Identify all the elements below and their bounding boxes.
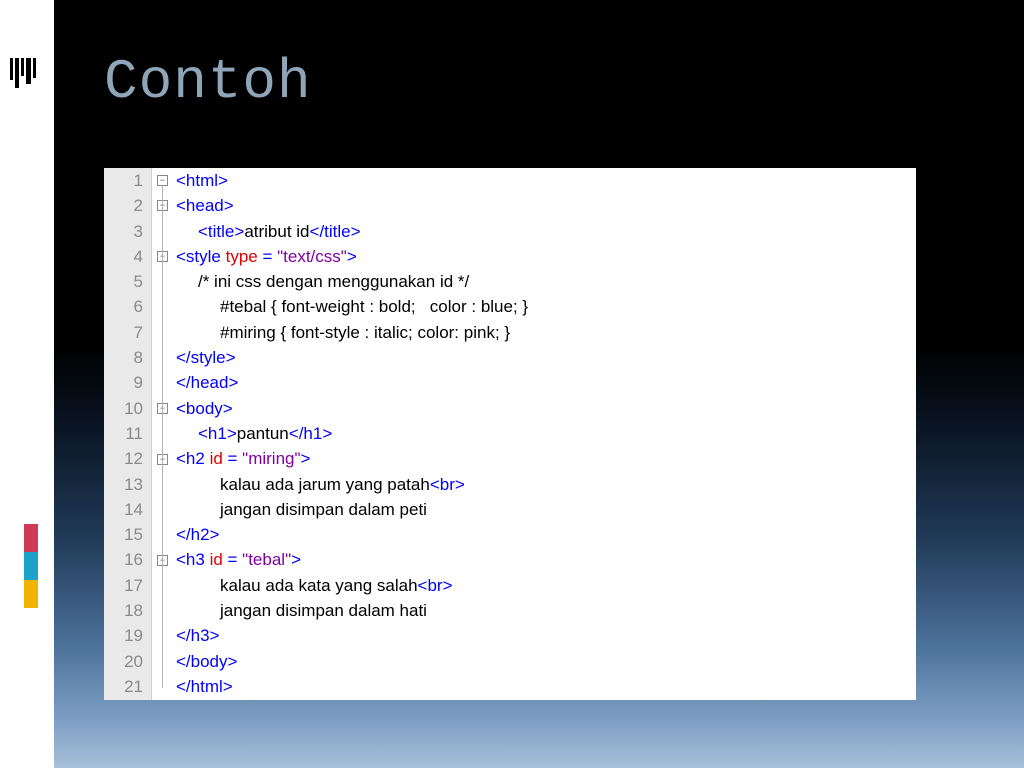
code-line: #tebal { font-weight : bold; color : blu… (176, 294, 916, 319)
slide-content: Contoh 1 2 3 4 5 6 7 8 9 10 11 12 13 14 … (54, 0, 1024, 768)
code-line: <head> (176, 193, 916, 218)
left-decorative-strip (0, 0, 54, 768)
line-number: 17 (104, 573, 143, 598)
code-line: <body> (176, 396, 916, 421)
code-line: /* ini css dengan menggunakan id */ (176, 269, 916, 294)
line-number: 14 (104, 497, 143, 522)
line-number: 20 (104, 649, 143, 674)
code-line: jangan disimpan dalam hati (176, 598, 916, 623)
line-number: 15 (104, 522, 143, 547)
line-number: 9 (104, 370, 143, 395)
line-number: 3 (104, 219, 143, 244)
line-number: 2 (104, 193, 143, 218)
barcode-decoration (10, 58, 36, 88)
code-line: jangan disimpan dalam peti (176, 497, 916, 522)
code-line: </h3> (176, 623, 916, 648)
code-line: <style type = "text/css"> (176, 244, 916, 269)
code-line: #miring { font-style : italic; color: pi… (176, 320, 916, 345)
code-line: kalau ada jarum yang patah<br> (176, 472, 916, 497)
code-line: <html> (176, 168, 916, 193)
line-number: 16 (104, 547, 143, 572)
color-accent-stack (24, 524, 38, 608)
code-line: <title>atribut id</title> (176, 219, 916, 244)
line-number: 6 (104, 294, 143, 319)
code-editor-panel: 1 2 3 4 5 6 7 8 9 10 11 12 13 14 15 16 1… (104, 168, 916, 700)
code-line: </html> (176, 674, 916, 699)
code-line: </h2> (176, 522, 916, 547)
code-line: </style> (176, 345, 916, 370)
line-number: 10 (104, 396, 143, 421)
code-line: kalau ada kata yang salah<br> (176, 573, 916, 598)
fold-toggle-icon[interactable]: − (157, 175, 168, 186)
line-number: 11 (104, 421, 143, 446)
line-number: 18 (104, 598, 143, 623)
line-number: 21 (104, 674, 143, 699)
code-line: </head> (176, 370, 916, 395)
line-number: 7 (104, 320, 143, 345)
line-number-gutter: 1 2 3 4 5 6 7 8 9 10 11 12 13 14 15 16 1… (104, 168, 152, 700)
code-line: <h2 id = "miring"> (176, 446, 916, 471)
code-line: <h3 id = "tebal"> (176, 547, 916, 572)
line-number: 1 (104, 168, 143, 193)
code-content: <html> <head> <title>atribut id</title> … (174, 168, 916, 700)
line-number: 12 (104, 446, 143, 471)
slide-title: Contoh (54, 0, 1024, 114)
line-number: 4 (104, 244, 143, 269)
code-line: </body> (176, 649, 916, 674)
line-number: 13 (104, 472, 143, 497)
code-line: <h1>pantun</h1> (176, 421, 916, 446)
line-number: 5 (104, 269, 143, 294)
line-number: 8 (104, 345, 143, 370)
fold-gutter: − − − − − − (152, 168, 174, 700)
line-number: 19 (104, 623, 143, 648)
